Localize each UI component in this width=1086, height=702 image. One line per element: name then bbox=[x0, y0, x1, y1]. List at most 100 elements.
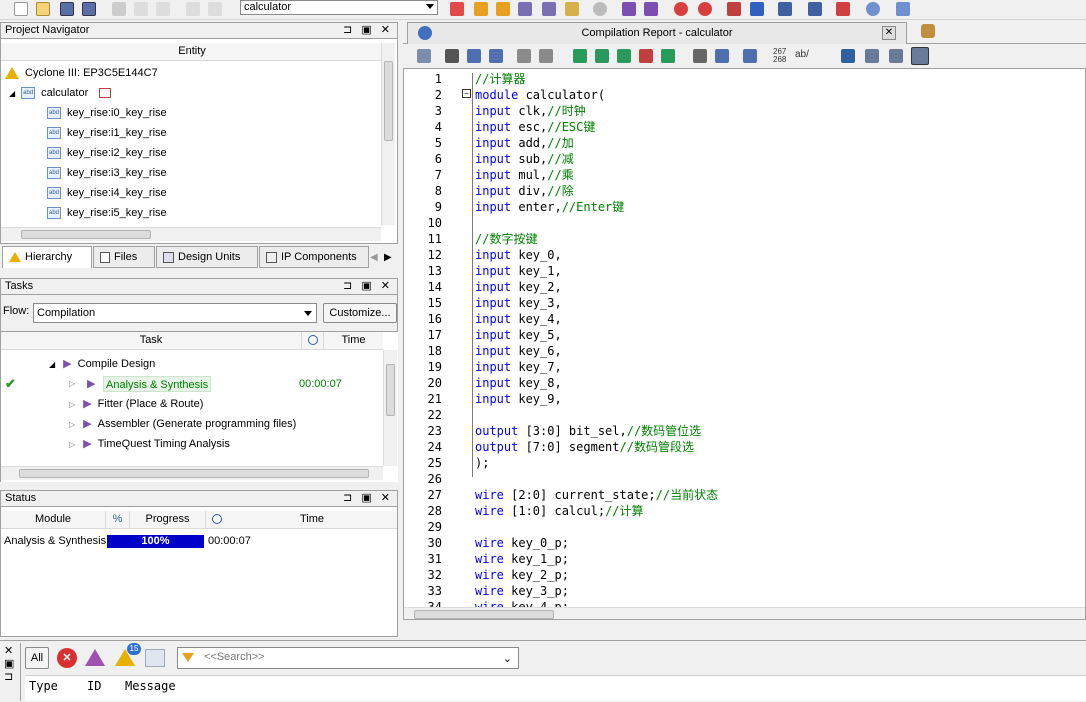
code-line[interactable]: input enter,//Enter键 bbox=[475, 199, 624, 215]
prev-bookmark-icon[interactable] bbox=[617, 49, 631, 63]
scrollbar-thumb[interactable] bbox=[386, 364, 395, 416]
code-line[interactable]: input clk,//时钟 bbox=[475, 103, 586, 119]
attach-icon[interactable] bbox=[693, 49, 707, 63]
instance-row[interactable]: abd key_rise:i2_key_rise bbox=[47, 143, 167, 163]
wrap-toggle[interactable]: ab/ bbox=[795, 49, 809, 60]
comment-icon[interactable] bbox=[715, 49, 729, 63]
cut-icon[interactable] bbox=[112, 2, 126, 16]
tab-scroll-right-icon[interactable]: ▶ bbox=[384, 248, 396, 268]
code-line[interactable]: input key_6, bbox=[475, 343, 562, 359]
customize-button[interactable]: Customize... bbox=[323, 303, 397, 323]
tab-design-units[interactable]: Design Units bbox=[156, 246, 258, 268]
entity-select[interactable]: calculator bbox=[240, 0, 438, 15]
entity-column-header[interactable]: Entity bbox=[1, 43, 383, 61]
tab-hierarchy[interactable]: Hierarchy bbox=[2, 246, 92, 268]
chat-icon[interactable] bbox=[896, 2, 910, 16]
save-icon[interactable] bbox=[60, 2, 74, 16]
task-column-header[interactable]: Task bbox=[1, 332, 301, 350]
time-column-header[interactable]: Time bbox=[323, 332, 383, 350]
id-column-header[interactable]: ID bbox=[87, 679, 101, 693]
settings-chip-icon[interactable] bbox=[450, 2, 464, 16]
undo-icon[interactable] bbox=[186, 2, 200, 16]
code-line[interactable]: input key_3, bbox=[475, 295, 562, 311]
timequest-icon[interactable] bbox=[698, 2, 712, 16]
scrollbar-thumb[interactable] bbox=[19, 469, 369, 478]
print-icon[interactable] bbox=[417, 49, 431, 63]
navigator-vertical-scrollbar[interactable] bbox=[381, 43, 395, 225]
code-line[interactable]: module calculator( bbox=[475, 87, 605, 103]
search-box[interactable]: <<Search>> ⌄ bbox=[177, 647, 519, 669]
code-line[interactable]: output [7:0] segment//数码管段选 bbox=[475, 439, 694, 455]
expand-triangle-icon[interactable]: ▷ bbox=[69, 420, 75, 429]
time-column-header[interactable]: Time bbox=[227, 511, 397, 529]
code-line[interactable]: input sub,//减 bbox=[475, 151, 574, 167]
expand-triangle-icon[interactable]: ▷ bbox=[69, 374, 75, 394]
instance-row[interactable]: abd key_rise:i4_key_rise bbox=[47, 183, 167, 203]
indent-icon[interactable] bbox=[517, 49, 531, 63]
code-line[interactable]: //计算器 bbox=[475, 71, 525, 87]
error-filter-icon[interactable]: ✕ bbox=[57, 648, 77, 668]
code-line[interactable]: input key_0, bbox=[475, 247, 562, 263]
tasks-horizontal-scrollbar[interactable] bbox=[1, 466, 383, 480]
clear-bookmarks-icon[interactable] bbox=[639, 49, 653, 63]
panel-controls[interactable]: ⊐ ▣ ✕ bbox=[343, 491, 393, 506]
code-line[interactable]: input key_7, bbox=[475, 359, 562, 375]
task-row[interactable]: ▷ ▶ Fitter (Place & Route) bbox=[69, 394, 203, 414]
arrow-right-icon[interactable] bbox=[841, 49, 855, 63]
chevron-down-icon[interactable]: ⌄ bbox=[503, 652, 512, 665]
chip-planner-icon[interactable] bbox=[518, 2, 532, 16]
open-folder-icon[interactable] bbox=[36, 2, 50, 16]
navigator-horizontal-scrollbar[interactable] bbox=[1, 227, 381, 241]
floorplan-icon[interactable] bbox=[565, 2, 579, 16]
code-line[interactable]: input key_9, bbox=[475, 391, 562, 407]
tab-files[interactable]: Files bbox=[93, 246, 155, 268]
timing-analyzer-icon[interactable] bbox=[674, 2, 688, 16]
code-line[interactable]: output [3:0] bit_sel,//数码管位选 bbox=[475, 423, 701, 439]
code-editor[interactable]: − 1//计算器 2 module calculator(3 input clk,//… bbox=[403, 68, 1086, 620]
close-icon[interactable]: ✕ bbox=[882, 26, 896, 40]
code-line[interactable]: wire [1:0] calcul;//计算 bbox=[475, 503, 644, 519]
template-icon[interactable] bbox=[743, 49, 757, 63]
collapse-triangle-icon[interactable]: ◢ bbox=[9, 89, 15, 98]
progress-column-header[interactable]: Progress bbox=[129, 511, 205, 529]
code-line[interactable]: ); bbox=[475, 455, 489, 471]
expand-triangle-icon[interactable]: ▷ bbox=[69, 440, 75, 449]
instance-row[interactable]: abd key_rise:i1_key_rise bbox=[47, 123, 167, 143]
bookmark-icon[interactable] bbox=[573, 49, 587, 63]
redo-icon[interactable] bbox=[208, 2, 222, 16]
scrollbar-thumb[interactable] bbox=[414, 610, 554, 619]
pin-planner-icon[interactable] bbox=[474, 2, 488, 16]
panel-controls[interactable]: ⊐ ▣ ✕ bbox=[343, 23, 393, 38]
suppress-filter-icon[interactable] bbox=[145, 649, 165, 667]
new-file-icon[interactable] bbox=[14, 2, 28, 16]
code-line[interactable]: input mul,//乘 bbox=[475, 167, 574, 183]
clock-icon[interactable] bbox=[205, 511, 227, 529]
layout-b-icon[interactable] bbox=[889, 49, 903, 63]
analysis-icon[interactable] bbox=[644, 2, 658, 16]
code-line[interactable]: input key_1, bbox=[475, 263, 562, 279]
scrollbar-thumb[interactable] bbox=[21, 230, 151, 239]
save-all-icon[interactable] bbox=[82, 2, 96, 16]
find-icon[interactable] bbox=[445, 49, 459, 63]
goto-icon[interactable] bbox=[489, 49, 503, 63]
design-partition-icon[interactable] bbox=[542, 2, 556, 16]
unindent-icon[interactable] bbox=[539, 49, 553, 63]
instance-row[interactable]: abd key_rise:i0_key_rise bbox=[47, 103, 167, 123]
layout-a-icon[interactable] bbox=[865, 49, 879, 63]
copy-icon[interactable] bbox=[134, 2, 148, 16]
flow-select[interactable]: Compilation bbox=[33, 303, 317, 323]
code-line[interactable]: wire key_3_p; bbox=[475, 583, 569, 599]
tab-scroll-left-icon[interactable]: ◀ bbox=[370, 248, 382, 268]
code-line[interactable]: //数字按键 bbox=[475, 231, 537, 247]
signaltap-icon[interactable] bbox=[808, 2, 822, 16]
replace-icon[interactable] bbox=[467, 49, 481, 63]
top-entity-row[interactable]: ◢ abd calculator bbox=[9, 83, 379, 103]
power-analyzer-icon[interactable] bbox=[836, 2, 850, 16]
tab-compilation-report[interactable]: Compilation Report - calculator ✕ bbox=[407, 22, 907, 44]
fold-toggle-icon[interactable]: − bbox=[462, 89, 471, 98]
code-line[interactable]: input key_4, bbox=[475, 311, 562, 327]
bookmark-all-icon[interactable] bbox=[661, 49, 675, 63]
expand-triangle-icon[interactable]: ▷ bbox=[69, 400, 75, 409]
collapse-triangle-icon[interactable]: ◢ bbox=[49, 360, 55, 369]
assignment-editor-icon[interactable] bbox=[496, 2, 510, 16]
